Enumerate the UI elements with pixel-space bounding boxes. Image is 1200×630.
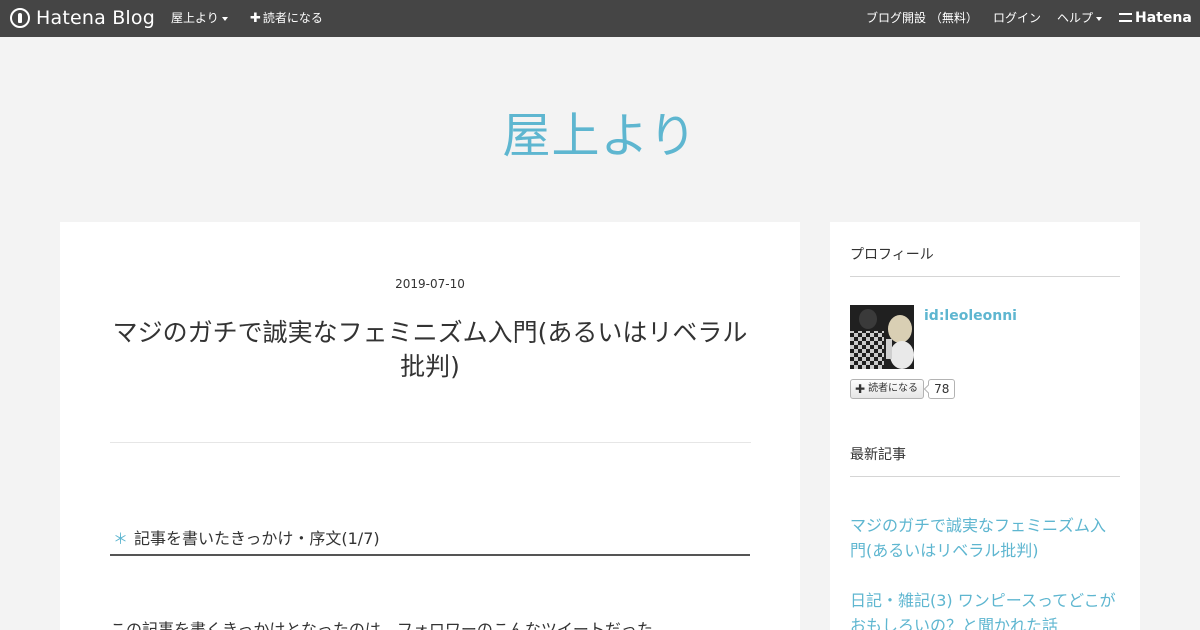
open-blog-label: ブログ開設 （無料） — [866, 11, 978, 25]
blog-menu-dropdown[interactable]: 屋上より — [171, 0, 228, 37]
help-dropdown[interactable]: ヘルプ — [1057, 0, 1103, 37]
blog-menu-label: 屋上より — [171, 11, 219, 25]
subscribe-header-button[interactable]: ✚ 読者になる — [250, 0, 323, 37]
global-header: Hatena Blog 屋上より ✚ 読者になる ブログ開設 （無料） ログイン … — [0, 0, 1200, 37]
sidebar: プロフィール id:leoleonni ✚ 読者になる 78 最新記事 マジのガチ… — [830, 222, 1140, 630]
hatena-link[interactable]: Hatena — [1119, 0, 1192, 37]
login-label: ログイン — [993, 11, 1042, 25]
open-blog-link[interactable]: ブログ開設 （無料） — [866, 0, 978, 37]
avatar[interactable] — [850, 305, 914, 369]
subscribe-button-label: 読者になる — [868, 383, 919, 394]
divider — [110, 442, 751, 443]
hatena-blog-logo[interactable]: Hatena Blog — [10, 6, 155, 30]
logo-text: Hatena Blog — [36, 7, 155, 29]
hatena-icon — [1119, 13, 1132, 22]
recent-entry-link[interactable]: 日記・雑記(3) ワンピースってどこがおもしろいの？と聞かれた話 — [850, 588, 1120, 630]
plus-icon: ✚ — [250, 11, 261, 26]
subscriber-count[interactable]: 78 — [928, 379, 956, 399]
subscribe-button[interactable]: ✚ 読者になる — [850, 379, 925, 399]
entry-title[interactable]: マジのガチで誠実なフェミニズム入門(あるいはリベラル批判) — [110, 316, 750, 384]
entry-body-text: この記事を書くきっかけとなったのは、フォロワーのこんなツイートだった。 — [110, 620, 669, 630]
recent-heading: 最新記事 — [850, 444, 1120, 477]
caret-down-icon — [221, 16, 228, 21]
article: 2019-07-10 マジのガチで誠実なフェミニズム入門(あるいはリベラル批判)… — [60, 222, 800, 630]
subscribe-widget: ✚ 読者になる 78 — [850, 379, 956, 399]
recent-entry-link[interactable]: マジのガチで誠実なフェミニズム入門(あるいはリベラル批判) — [850, 513, 1120, 563]
caret-down-icon — [1096, 16, 1103, 21]
section-heading-text: 記事を書いたきっかけ・序文(1/7) — [134, 529, 380, 548]
help-label: ヘルプ — [1057, 11, 1094, 25]
section-marker: ＊ — [113, 530, 129, 548]
plus-icon: ✚ — [855, 382, 866, 396]
blog-title[interactable]: 屋上より — [0, 96, 1200, 166]
profile-heading: プロフィール — [850, 244, 1120, 277]
login-link[interactable]: ログイン — [993, 0, 1041, 37]
hatena-label: Hatena — [1135, 10, 1192, 26]
profile-user-id[interactable]: id:leoleonni — [924, 308, 1017, 324]
section-heading: ＊ 記事を書いたきっかけ・序文(1/7) — [110, 526, 750, 556]
subscribe-header-label: 読者になる — [262, 11, 323, 25]
entry-date[interactable]: 2019-07-10 — [60, 277, 800, 291]
hatena-blog-logo-icon — [10, 8, 30, 28]
